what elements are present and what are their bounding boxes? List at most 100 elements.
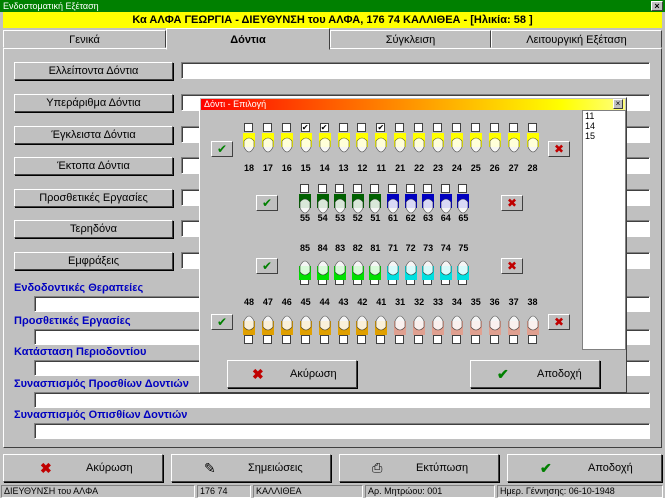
tooth-icon[interactable] <box>356 311 369 335</box>
tooth-icon[interactable] <box>526 311 539 335</box>
accept-button[interactable]: ✔ Αποδοχή <box>507 454 662 482</box>
tooth-icon[interactable] <box>422 256 435 280</box>
print-button[interactable]: ⎙ Εκτύπωση <box>339 454 499 482</box>
tooth-icon[interactable] <box>450 311 463 335</box>
select-all-button[interactable]: ✔ <box>256 195 278 211</box>
tooth-icon[interactable] <box>318 311 331 335</box>
tooth-checkbox[interactable] <box>376 335 386 344</box>
tab-general[interactable]: Γενικά <box>3 30 166 48</box>
tooth-icon[interactable] <box>337 311 350 335</box>
tooth-icon[interactable] <box>369 256 382 280</box>
tooth-icon[interactable] <box>299 256 311 280</box>
tooth-checkbox[interactable] <box>458 184 468 193</box>
tooth-icon[interactable] <box>488 133 501 157</box>
tooth-checkbox[interactable] <box>395 123 405 132</box>
dialog-cancel-button[interactable]: ✖ Ακύρωση <box>227 360 357 388</box>
tooth-checkbox[interactable] <box>451 123 461 132</box>
clear-all-button[interactable]: ✖ <box>501 195 523 211</box>
tooth-icon[interactable] <box>299 133 312 157</box>
tooth-icon[interactable] <box>469 133 482 157</box>
tooth-icon[interactable] <box>413 311 426 335</box>
tooth-checkbox[interactable] <box>440 184 450 193</box>
list-item[interactable]: 11 <box>585 111 625 121</box>
section-field[interactable] <box>34 392 650 408</box>
tooth-checkbox[interactable] <box>489 335 499 344</box>
section-field[interactable] <box>34 423 650 439</box>
tooth-checkbox[interactable] <box>370 184 380 193</box>
tooth-checkbox[interactable] <box>405 184 415 193</box>
tooth-icon[interactable] <box>387 256 399 280</box>
tooth-icon[interactable] <box>261 133 274 157</box>
row-button[interactable]: Εμφράξεις <box>14 252 173 270</box>
tooth-checkbox[interactable] <box>244 123 253 132</box>
tooth-checkbox[interactable] <box>281 123 291 132</box>
notes-button[interactable]: ✎ Σημειώσεις <box>171 454 331 482</box>
tooth-icon[interactable] <box>507 133 520 157</box>
clear-all-button[interactable]: ✖ <box>548 314 570 330</box>
tab-teeth[interactable]: Δόντια <box>166 28 330 50</box>
tab-occlusion[interactable]: Σύγκλειση <box>330 30 491 48</box>
tooth-icon[interactable] <box>351 256 364 280</box>
dialog-accept-button[interactable]: ✔ Αποδοχή <box>470 360 600 388</box>
tooth-icon[interactable] <box>439 256 452 280</box>
tooth-checkbox[interactable] <box>352 184 362 193</box>
tooth-icon[interactable] <box>469 311 482 335</box>
tooth-checkbox[interactable]: ✔ <box>300 123 310 132</box>
row-button[interactable]: Υπεράριθμα Δόντια <box>14 94 173 112</box>
tooth-checkbox[interactable] <box>470 123 480 132</box>
tooth-checkbox[interactable] <box>300 184 309 193</box>
row-button[interactable]: Έκτοπα Δόντια <box>14 157 173 175</box>
row-button[interactable]: Ελλείποντα Δόντια <box>14 62 173 80</box>
tooth-checkbox[interactable] <box>338 335 348 344</box>
tooth-icon[interactable] <box>394 311 407 335</box>
tooth-checkbox[interactable] <box>423 184 433 193</box>
clear-all-button[interactable]: ✖ <box>501 258 523 274</box>
tooth-icon[interactable] <box>375 311 388 335</box>
tooth-checkbox[interactable] <box>338 123 348 132</box>
tooth-checkbox[interactable] <box>335 184 345 193</box>
tooth-icon[interactable] <box>404 256 417 280</box>
tooth-checkbox[interactable] <box>508 123 518 132</box>
tooth-icon[interactable] <box>413 133 426 157</box>
tooth-icon[interactable] <box>243 311 255 335</box>
tooth-icon[interactable] <box>450 133 463 157</box>
list-item[interactable]: 14 <box>585 121 625 131</box>
tooth-checkbox[interactable] <box>357 123 367 132</box>
row-button[interactable]: Τερηδόνα <box>14 220 173 238</box>
tooth-checkbox[interactable] <box>300 335 310 344</box>
tooth-icon[interactable] <box>243 133 255 157</box>
tooth-checkbox[interactable]: ✔ <box>376 123 386 132</box>
tooth-checkbox[interactable] <box>433 335 442 344</box>
tooth-icon[interactable] <box>457 256 470 280</box>
row-button[interactable]: Έγκλειστα Δόντια <box>14 126 173 144</box>
tab-functional[interactable]: Λειτουργική Εξέταση <box>491 30 662 48</box>
tooth-icon[interactable] <box>432 133 444 157</box>
tooth-checkbox[interactable] <box>527 335 537 344</box>
tooth-checkbox[interactable] <box>451 335 461 344</box>
tooth-icon[interactable] <box>394 133 407 157</box>
tooth-checkbox[interactable] <box>262 335 272 344</box>
tooth-checkbox[interactable] <box>508 335 518 344</box>
select-all-button[interactable]: ✔ <box>256 258 278 274</box>
tooth-checkbox[interactable] <box>262 123 272 132</box>
tooth-checkbox[interactable] <box>433 123 442 132</box>
tooth-icon[interactable] <box>356 133 369 157</box>
tooth-checkbox[interactable]: ✔ <box>319 123 329 132</box>
tooth-icon[interactable] <box>280 133 293 157</box>
tooth-icon[interactable] <box>316 256 329 280</box>
row-button[interactable]: Προσθετικές Εργασίες <box>14 189 173 207</box>
tooth-checkbox[interactable] <box>414 123 424 132</box>
list-item[interactable]: 15 <box>585 131 625 141</box>
tooth-icon[interactable] <box>318 133 331 157</box>
select-all-button[interactable]: ✔ <box>211 314 233 330</box>
selected-teeth-list[interactable]: 11 14 15 <box>582 110 626 350</box>
tooth-checkbox[interactable] <box>489 123 499 132</box>
tooth-icon[interactable] <box>334 256 347 280</box>
tooth-icon[interactable] <box>375 133 388 157</box>
tooth-checkbox[interactable] <box>414 335 424 344</box>
tooth-checkbox[interactable] <box>470 335 480 344</box>
tooth-checkbox[interactable] <box>244 335 253 344</box>
tooth-checkbox[interactable] <box>319 335 329 344</box>
tooth-checkbox[interactable] <box>527 123 537 132</box>
tooth-icon[interactable] <box>526 133 539 157</box>
